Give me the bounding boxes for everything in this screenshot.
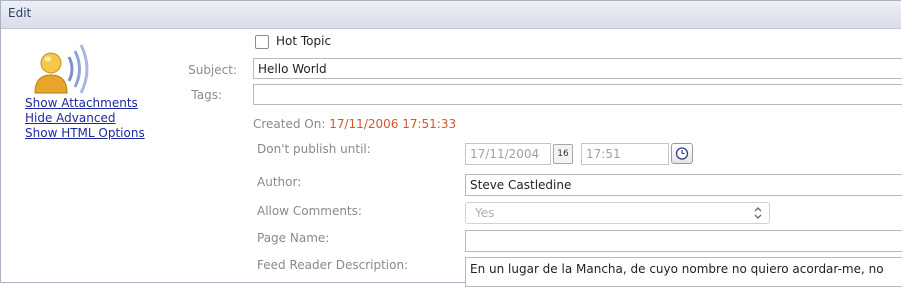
author-label: Author: (257, 175, 302, 189)
hot-topic-label: Hot Topic (276, 34, 332, 48)
clock-button[interactable] (671, 143, 693, 164)
allow-comments-label: Allow Comments: (257, 204, 362, 218)
publish-time-input[interactable]: 17:51 (581, 143, 669, 165)
show-html-options-link[interactable]: Show HTML Options (25, 126, 145, 141)
allow-comments-select[interactable]: Yes (465, 202, 770, 224)
publish-until-label: Don't publish until: (257, 142, 371, 156)
hot-topic-checkbox[interactable] (255, 35, 269, 49)
created-on-label: Created On: (253, 117, 326, 131)
feed-reader-description-label: Feed Reader Description: (257, 258, 409, 272)
subject-input[interactable]: Hello World (253, 58, 902, 79)
hide-advanced-link[interactable]: Hide Advanced (25, 111, 145, 126)
created-on-value: 17/11/2006 17:51:33 (329, 117, 457, 131)
tags-input[interactable] (253, 84, 902, 105)
tags-label: Tags: (191, 88, 222, 102)
select-arrows-icon (754, 207, 762, 219)
page-name-input[interactable] (465, 230, 902, 252)
allow-comments-value: Yes (475, 206, 495, 220)
panel-title: Edit (8, 6, 32, 20)
user-broadcast-icon (34, 44, 89, 94)
show-attachments-link[interactable]: Show Attachments (25, 96, 145, 111)
page-name-label: Page Name: (257, 231, 330, 245)
calendar-icon[interactable]: 16 (553, 144, 573, 164)
clock-icon (675, 147, 689, 160)
panel-titlebar: Edit (1, 1, 901, 29)
publish-date-input[interactable]: 17/11/2004 (465, 143, 551, 165)
author-input[interactable]: Steve Castledine (465, 174, 902, 196)
subject-label: Subject: (188, 63, 237, 77)
created-on: Created On: 17/11/2006 17:51:33 (253, 117, 456, 131)
edit-panel: Edit Show Attachments Hide Advanced Show… (0, 0, 902, 287)
sidebar-links: Show Attachments Hide Advanced Show HTML… (25, 96, 145, 141)
